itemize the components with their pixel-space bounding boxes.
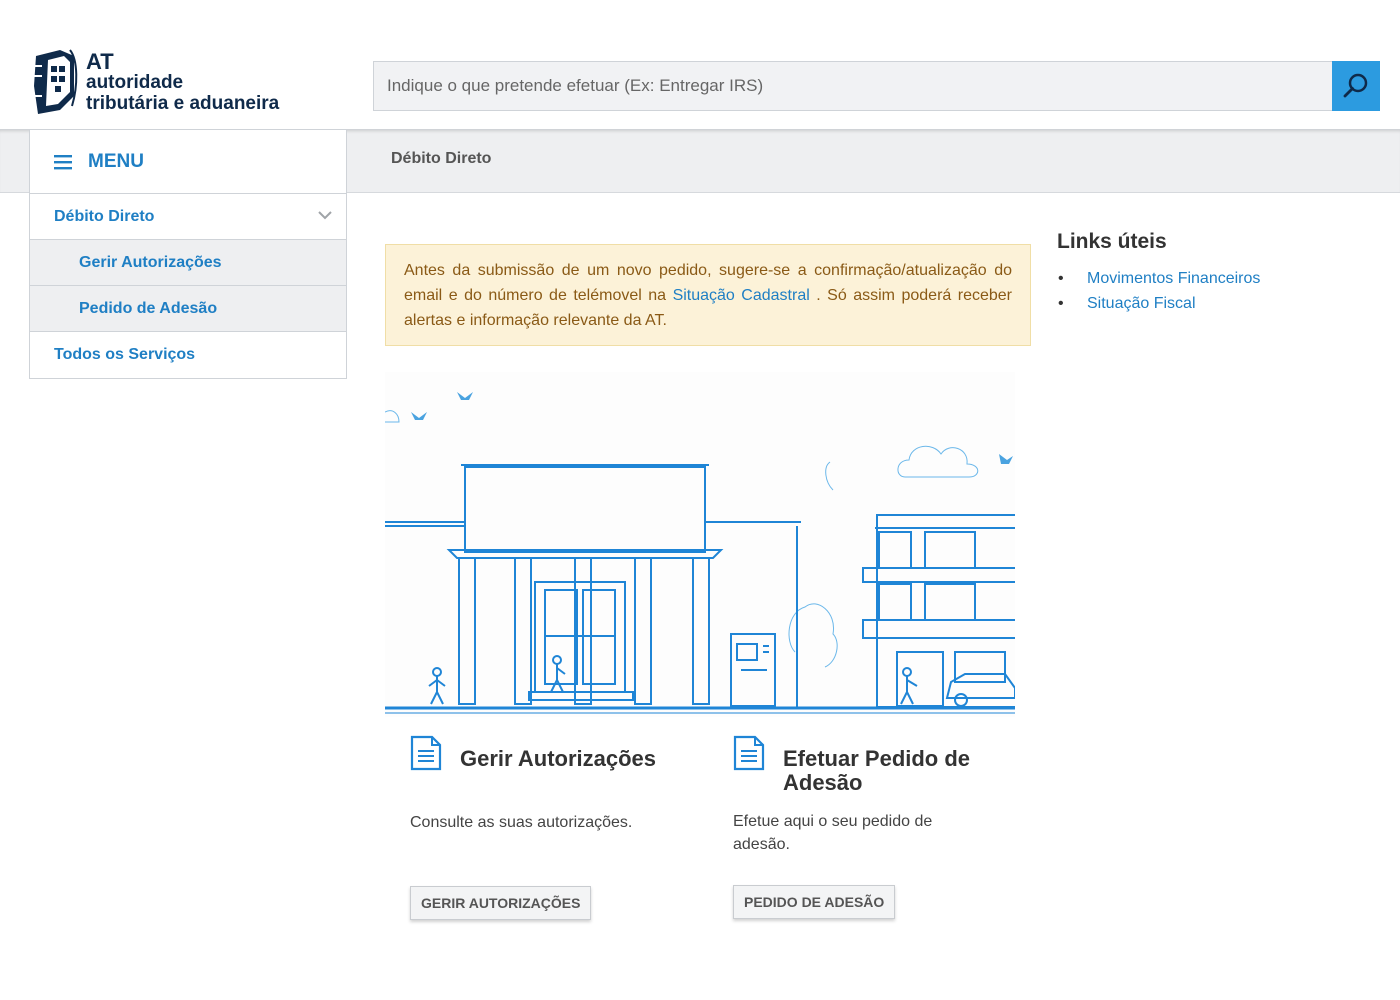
logo-wordmark: AT autoridade tributária e aduaneira (86, 49, 280, 115)
logo-line-2: tributária e aduaneira (86, 93, 280, 114)
info-alert: Antes da submissão de um novo pedido, su… (385, 244, 1031, 346)
useful-links: Links úteis Movimentos Financeiros Situa… (1057, 230, 1260, 316)
menu-toggle[interactable]: MENU (30, 130, 346, 194)
pedido-adesao-button[interactable]: PEDIDO DE ADESÃO (733, 885, 896, 919)
menu-item-todos-servicos[interactable]: Todos os Serviços (30, 332, 346, 378)
card-title: Gerir Autorizações (460, 746, 657, 771)
logo-abbr: AT (86, 49, 114, 74)
menu-item-label: Pedido de Adesão (79, 299, 218, 317)
menu-item-label: Todos os Serviços (54, 346, 196, 363)
header: AT autoridade tributária e aduaneira (0, 0, 1400, 130)
menu-item-debito-direto[interactable]: Débito Direto (30, 194, 346, 240)
search-bar (373, 61, 1380, 111)
at-logo[interactable]: AT autoridade tributária e aduaneira (30, 46, 300, 120)
document-icon (733, 735, 765, 771)
gerir-autorizacoes-button[interactable]: GERIR AUTORIZAÇÕES (410, 886, 592, 920)
link-movimentos-financeiros[interactable]: Movimentos Financeiros (1087, 270, 1260, 287)
card-description: Consulte as suas autorizações. (410, 814, 633, 831)
useful-links-list: Movimentos Financeiros Situação Fiscal (1057, 266, 1260, 316)
city-illustration (385, 372, 1015, 717)
search-input[interactable] (373, 61, 1332, 111)
menu-label: MENU (88, 150, 144, 172)
menu-item-label: Débito Direto (54, 207, 155, 225)
situacao-cadastral-link[interactable]: Situação Cadastral (673, 287, 810, 304)
search-button[interactable] (1332, 61, 1380, 111)
document-icon (410, 735, 442, 771)
hamburger-icon (54, 154, 72, 169)
link-situacao-fiscal[interactable]: Situação Fiscal (1087, 295, 1196, 312)
menu-item-pedido-adesao[interactable]: Pedido de Adesão (30, 286, 346, 332)
search-icon (1343, 73, 1368, 98)
side-menu: MENU Débito Direto Gerir Autorizações Pe… (29, 129, 347, 379)
at-emblem-icon (32, 49, 78, 114)
card-title: Efetuar Pedido de Adesão (783, 746, 971, 795)
useful-links-title: Links úteis (1057, 230, 1167, 253)
logo-line-1: autoridade (86, 72, 184, 93)
breadcrumb: Débito Direto (391, 150, 492, 167)
menu-item-label: Gerir Autorizações (79, 253, 222, 271)
menu-item-gerir-autorizacoes[interactable]: Gerir Autorizações (30, 240, 346, 286)
list-item: Movimentos Financeiros (1057, 266, 1260, 291)
card-description: Efetue aqui o seu pedido de adesão. (733, 813, 933, 853)
chevron-down-icon (318, 211, 332, 220)
list-item: Situação Fiscal (1057, 291, 1260, 316)
